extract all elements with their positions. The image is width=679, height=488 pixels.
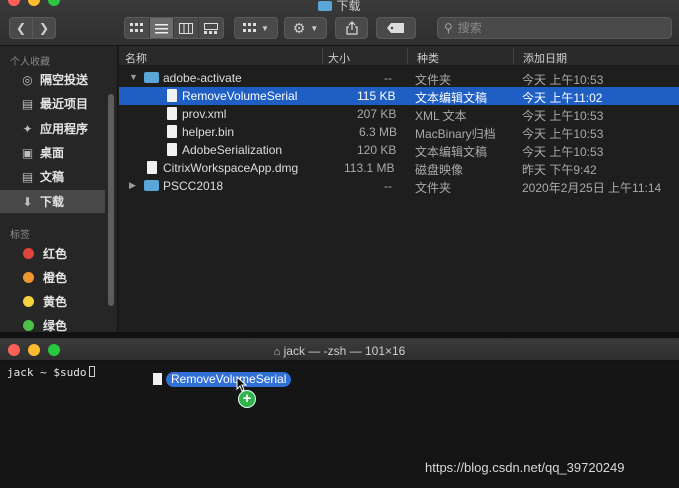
sidebar-item-downloads[interactable]: ⬇ 下载 [0, 190, 105, 213]
search-icon: ⚲ [444, 21, 453, 35]
text-cursor [89, 366, 96, 377]
finder-toolbar: 下载 ❮ ❯ ▼ ⚙ ▼ ⚲ [0, 0, 679, 46]
red-tag-dot [23, 248, 34, 259]
terminal-title: ⌂ jack — -zsh — 101×16 [273, 344, 406, 358]
disk-image-icon [147, 161, 157, 174]
applications-icon: ✦ [22, 121, 33, 136]
grid-icon [130, 22, 144, 32]
tag-icon [387, 23, 404, 33]
document-icon [167, 125, 177, 138]
green-tag-dot [23, 320, 34, 331]
terminal-prompt-line[interactable]: jack ~ $sudo [7, 366, 96, 379]
column-kind[interactable]: 种类 [417, 50, 439, 66]
downloads-icon: ⬇ [22, 194, 33, 209]
dragged-file-label: RemoveVolumeSerial [166, 372, 292, 387]
folder-icon [144, 180, 159, 191]
recents-icon: ▤ [21, 96, 34, 111]
sidebar-item-recents[interactable]: ▤ 最近项目 [0, 92, 105, 115]
watermark: https://blog.csdn.net/qq_39720249 [425, 460, 625, 475]
action-button[interactable]: ⚙ ▼ [284, 17, 327, 39]
chevron-left-icon: ❮ [15, 21, 27, 35]
sidebar-tag-yellow[interactable]: 黄色 [0, 290, 105, 313]
gallery-view-button[interactable] [199, 18, 223, 38]
share-icon [345, 21, 358, 35]
chevron-down-icon: ▼ [261, 23, 269, 33]
sidebar-item-documents[interactable]: ▤ 文稿 [0, 165, 105, 188]
home-icon: ⌂ [273, 346, 281, 358]
sidebar-tag-orange[interactable]: 橙色 [0, 266, 105, 289]
search-field[interactable]: ⚲ [437, 17, 672, 39]
share-button[interactable] [335, 17, 368, 39]
sidebar-header-tags: 标签 [10, 230, 30, 241]
sidebar-item-airdrop[interactable]: ◎ 隔空投送 [0, 68, 105, 91]
list-item-pscc2018[interactable]: ▶ PSCC2018 -- 文件夹 2020年2月25日 上午11:14 [119, 177, 679, 195]
list-item-adobe-activate[interactable]: ▼ adobe-activate -- 文件夹 今天 上午10:53 [119, 69, 679, 87]
back-button[interactable]: ❮ [9, 17, 33, 39]
view-switcher[interactable] [124, 17, 224, 39]
dragged-document-icon [153, 373, 162, 385]
column-header: 名称 大小 种类 添加日期 [119, 46, 679, 66]
chevron-right-icon: ❯ [38, 21, 50, 35]
sidebar-scrollbar[interactable] [108, 94, 114, 306]
document-icon [167, 143, 177, 156]
grid-icon [243, 22, 257, 32]
column-name[interactable]: 名称 [125, 50, 147, 66]
column-divider[interactable] [322, 48, 323, 64]
column-date[interactable]: 添加日期 [523, 50, 567, 66]
copy-plus-icon: + [238, 390, 256, 408]
list-item-citrixworkspaceapp-dmg[interactable]: CitrixWorkspaceApp.dmg 113.1 MB 磁盘映像 昨天 … [119, 159, 679, 177]
columns-icon [178, 22, 193, 34]
search-input[interactable] [457, 21, 658, 35]
orange-tag-dot [23, 272, 34, 283]
document-icon [167, 107, 177, 120]
list-item-helper-bin[interactable]: helper.bin 6.3 MB MacBinary归档 今天 上午10:53 [119, 123, 679, 141]
disclosure-closed-icon[interactable]: ▶ [129, 180, 136, 191]
terminal-titlebar: ⌂ jack — -zsh — 101×16 [0, 339, 679, 361]
column-divider[interactable] [513, 48, 514, 64]
sidebar: 个人收藏 ◎ 隔空投送 ▤ 最近项目 ✦ 应用程序 ▣ 桌面 ▤ 文稿 ⬇ 下载… [0, 46, 118, 332]
icon-view-button[interactable] [125, 18, 150, 38]
yellow-tag-dot [23, 296, 34, 307]
sidebar-header-favorites: 个人收藏 [10, 57, 50, 68]
forward-button[interactable]: ❯ [32, 17, 56, 39]
document-icon [167, 89, 177, 102]
list-item-adobeserialization[interactable]: AdobeSerialization 120 KB 文本编辑文稿 今天 上午10… [119, 141, 679, 159]
gallery-icon [203, 22, 218, 34]
list-item-removevolumeserial[interactable]: RemoveVolumeSerial 115 KB 文本编辑文稿 今天 上午11… [119, 87, 679, 105]
tags-button[interactable] [376, 17, 416, 39]
documents-icon: ▤ [21, 169, 34, 184]
gear-icon: ⚙ [292, 19, 306, 36]
sidebar-item-applications[interactable]: ✦ 应用程序 [0, 117, 105, 140]
list-icon [154, 23, 168, 33]
folder-icon [144, 72, 159, 83]
list-item-prov-xml[interactable]: prov.xml 207 KB XML 文本 今天 上午10:53 [119, 105, 679, 123]
sidebar-tag-green[interactable]: 绿色 [0, 314, 105, 332]
chevron-down-icon: ▼ [310, 23, 319, 33]
window-title: 下载 [0, 0, 679, 12]
column-view-button[interactable] [174, 18, 199, 38]
sidebar-tag-red[interactable]: 红色 [0, 242, 105, 265]
folder-icon [318, 1, 333, 11]
disclosure-open-icon[interactable]: ▼ [129, 72, 138, 82]
terminal-prompt: jack ~ $sudo [7, 366, 87, 379]
sidebar-item-desktop[interactable]: ▣ 桌面 [0, 141, 105, 164]
desktop-icon: ▣ [21, 145, 34, 160]
column-divider[interactable] [407, 48, 408, 64]
list-view-button[interactable] [149, 18, 174, 38]
file-list: 名称 大小 种类 添加日期 ▼ adobe-activate -- 文件夹 今天… [119, 46, 679, 332]
finder-window: 下载 ❮ ❯ ▼ ⚙ ▼ ⚲ 搜索 个人收藏 ◎ 隔空投送 ▤ 最近项目 ✦ 应… [0, 0, 679, 332]
group-button[interactable]: ▼ [234, 17, 278, 39]
column-size[interactable]: 大小 [328, 50, 350, 66]
airdrop-icon: ◎ [22, 72, 33, 87]
